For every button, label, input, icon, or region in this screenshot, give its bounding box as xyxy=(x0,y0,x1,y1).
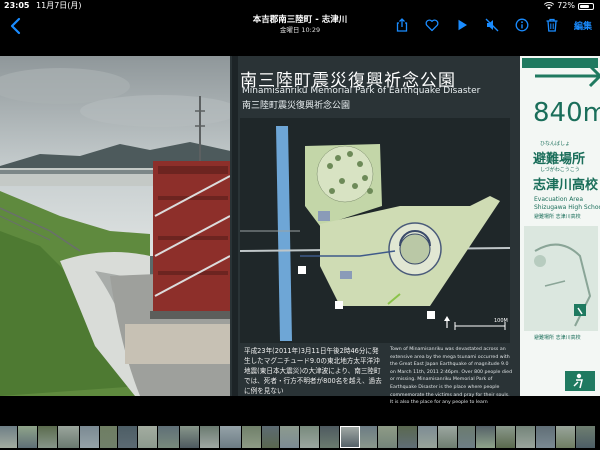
favorite-button[interactable] xyxy=(424,17,440,33)
mute-icon xyxy=(485,18,499,32)
school-name-jp: 志津川高校 xyxy=(533,178,599,193)
thumbnail[interactable] xyxy=(496,426,516,448)
thumbnail[interactable] xyxy=(58,426,80,448)
thumbnail[interactable] xyxy=(138,426,158,448)
thumbnail[interactable] xyxy=(180,426,200,448)
thumbnail[interactable] xyxy=(242,426,262,448)
mute-button[interactable] xyxy=(484,17,500,33)
nav-bar: 本吉郡南三陸町 - 志津川 金曜日 10:29 編集 xyxy=(0,12,600,40)
play-icon xyxy=(458,19,467,31)
share-button[interactable] xyxy=(394,17,410,33)
thumbnail[interactable] xyxy=(100,426,118,448)
thumbnail[interactable] xyxy=(536,426,556,448)
status-bar: 23:05 11月7日(月) 72% xyxy=(0,0,600,12)
thumbnail[interactable] xyxy=(200,426,220,448)
info-icon xyxy=(515,18,529,32)
thumbnail[interactable] xyxy=(18,426,38,448)
status-time: 23:05 xyxy=(4,1,30,10)
thumbnail[interactable] xyxy=(320,426,340,448)
trash-icon xyxy=(546,18,558,32)
thumbnail[interactable] xyxy=(360,426,378,448)
thumbnail[interactable] xyxy=(38,426,58,448)
thumbnail[interactable] xyxy=(556,426,576,448)
back-button[interactable] xyxy=(8,17,24,35)
thumbnail[interactable] xyxy=(418,426,438,448)
evac-area-jp: 避難場所 xyxy=(533,152,586,167)
edit-button[interactable]: 編集 xyxy=(574,19,592,32)
evac-area-en: Evacuation Area Shizugawa High School xyxy=(534,196,600,212)
sign-body-en: Town of Minamisanriku was devastated acr… xyxy=(390,347,513,406)
thumbnail[interactable] xyxy=(262,426,280,448)
thumbnail[interactable] xyxy=(398,426,418,448)
thumbnail[interactable] xyxy=(458,426,476,448)
title-block: 本吉郡南三陸町 - 志津川 金曜日 10:29 xyxy=(200,14,400,35)
delete-button[interactable] xyxy=(544,17,560,33)
back-chevron-icon xyxy=(10,17,21,35)
thumbnail[interactable] xyxy=(0,426,18,448)
info-button[interactable] xyxy=(514,17,530,33)
evac-area-en-line2: Shizugawa High School xyxy=(534,204,600,211)
thumbnail[interactable] xyxy=(118,426,138,448)
thumbnail[interactable] xyxy=(158,426,180,448)
thumbnail[interactable] xyxy=(300,426,320,448)
thumbnail-strip[interactable] xyxy=(0,426,600,448)
thumbnail[interactable] xyxy=(438,426,458,448)
thumbnail[interactable] xyxy=(280,426,300,448)
thumbnail[interactable] xyxy=(576,426,596,448)
share-icon xyxy=(396,18,408,32)
evac-distance: 840m xyxy=(533,98,600,128)
battery-icon xyxy=(578,2,594,10)
heart-icon xyxy=(425,19,439,32)
page-title: 本吉郡南三陸町 - 志津川 xyxy=(252,15,348,25)
thumbnail[interactable] xyxy=(378,426,398,448)
sign-title-jp-small: 南三陸町震災復興祈念公園 xyxy=(242,101,351,111)
evac-area-en-line1: Evacuation Area xyxy=(534,196,584,203)
evac-ruby: ひなんばしょ xyxy=(540,141,571,147)
school-ruby: しづがわこうこう xyxy=(540,167,580,173)
page-subtitle: 金曜日 10:29 xyxy=(279,26,321,34)
nav-actions: 編集 xyxy=(380,17,592,33)
thumbnail[interactable] xyxy=(80,426,100,448)
thumbnail-current[interactable] xyxy=(340,426,360,448)
thumbnail[interactable] xyxy=(476,426,496,448)
sign-title-en: Minamisanriku Memorial Park of Earthquak… xyxy=(242,86,481,96)
thumbnail[interactable] xyxy=(516,426,536,448)
battery-percent: 72% xyxy=(557,1,575,10)
evac-small-label: 避難場所 志津川高校 xyxy=(534,214,581,220)
thumbnail[interactable] xyxy=(220,426,242,448)
battery-fill xyxy=(580,4,589,8)
wifi-icon xyxy=(544,2,555,10)
sign-body-jp: 平成23年(2011年)3月11日午後2時46分に発生したマグニチュード9.0の… xyxy=(244,347,382,395)
play-button[interactable] xyxy=(454,17,470,33)
scale-label: 100M xyxy=(494,318,508,324)
evac-small-label-2: 避難場所 志津川高校 xyxy=(534,335,581,341)
status-date: 11月7日(月) xyxy=(36,1,82,10)
